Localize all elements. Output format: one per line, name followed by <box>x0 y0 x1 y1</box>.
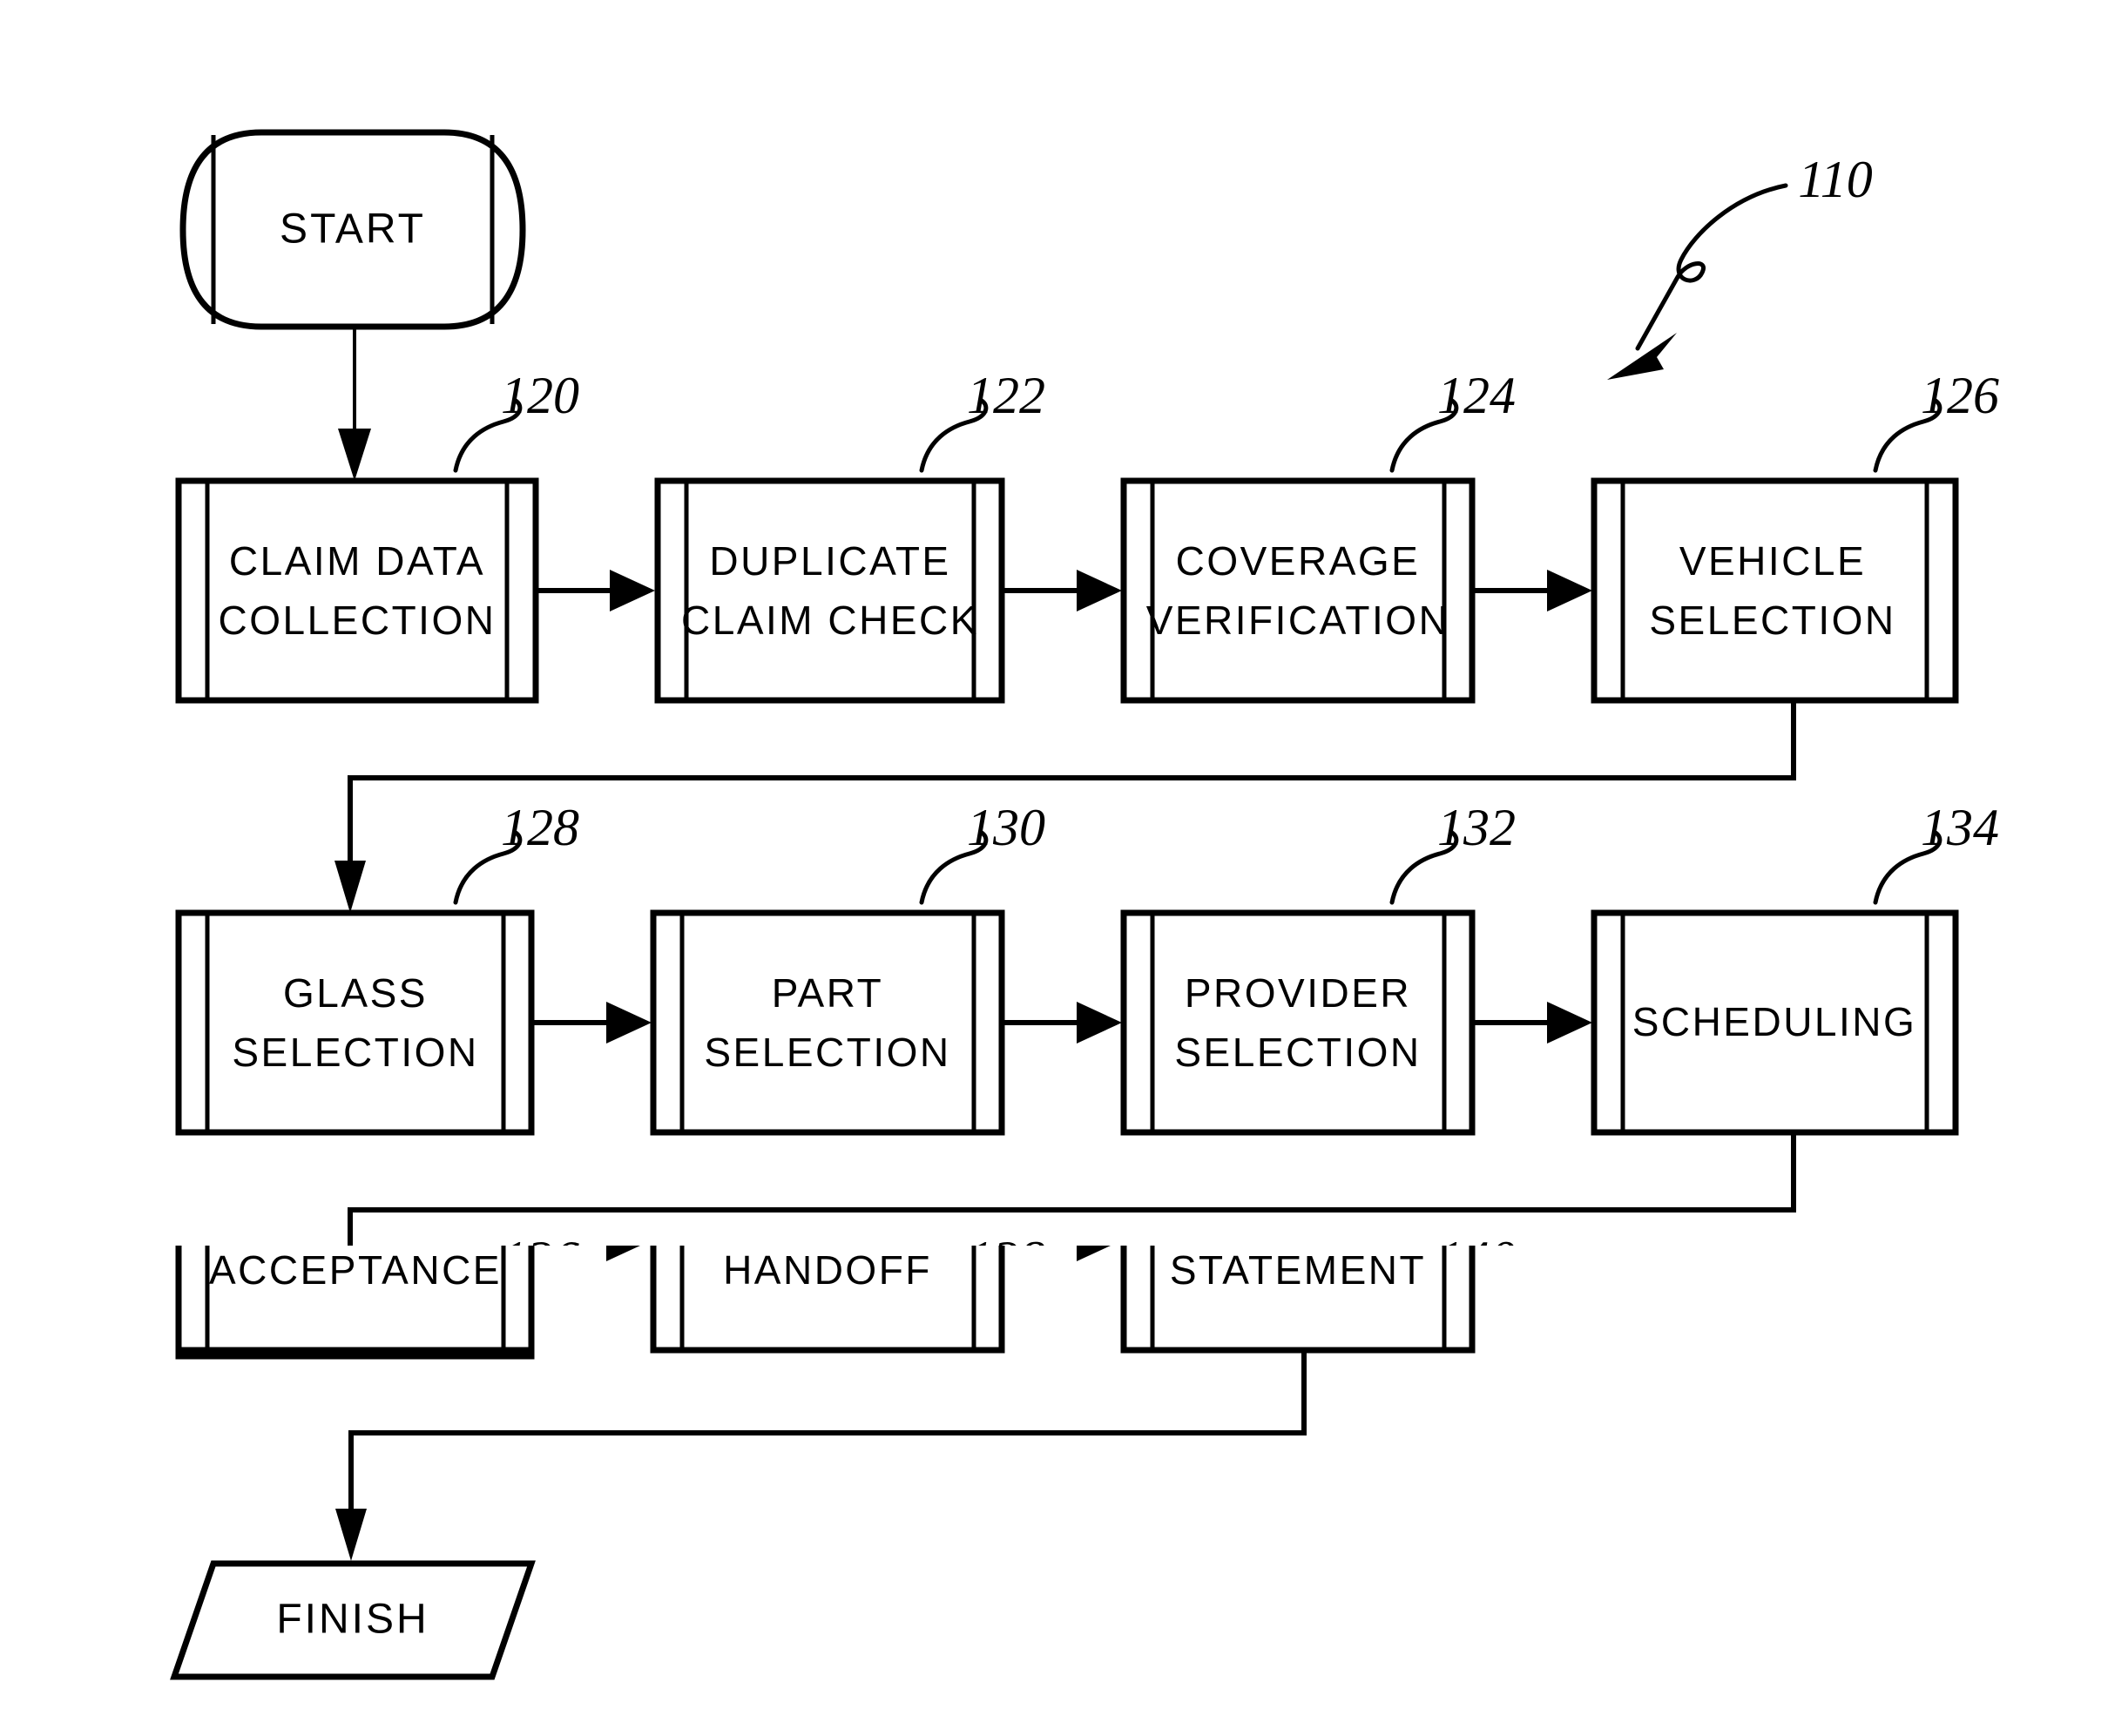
ref-132-label: 132 <box>1437 799 1516 856</box>
node-134-label-line1: SCHEDULING <box>1632 999 1917 1044</box>
row3-final: OFFER AND ACCEPTANCE 136 PROVIDER HANDOF… <box>175 1246 1476 1354</box>
ref-126-label: 126 <box>1921 367 1999 424</box>
node-132-box <box>1120 909 1476 1136</box>
node-130: PART SELECTION <box>650 909 1005 1136</box>
node-124: COVERAGE VERIFICATION <box>1120 477 1476 704</box>
edge-130-to-132-arrowhead <box>1077 1002 1122 1044</box>
edge-124-to-126 <box>1475 570 1592 611</box>
node-126-label-line1: VEHICLE <box>1679 538 1866 584</box>
node-126: VEHICLE SELECTION <box>1591 477 1959 704</box>
node-124-box <box>1120 477 1476 704</box>
node-126-label-line2: SELECTION <box>1649 598 1895 643</box>
ref-120-callout: 120 <box>453 367 579 473</box>
node-finish-final: FINISH <box>170 1560 536 1680</box>
edge-126-to-128-arrowhead <box>334 861 366 913</box>
node-132-label-line2: SELECTION <box>1174 1030 1421 1075</box>
ref-130-label: 130 <box>967 799 1045 856</box>
edge-start-to-120 <box>338 329 371 481</box>
node-126-box <box>1591 477 1959 704</box>
ref-122-label: 122 <box>967 367 1045 424</box>
figure-canvas: START 110 CLAIM DATA COLLECTION 120 DUPL… <box>0 0 2108 1736</box>
ref-120-label: 120 <box>501 367 579 424</box>
ref-128-callout: 128 <box>453 799 579 905</box>
node-124-label-line2: VERIFICATION <box>1146 598 1450 643</box>
flowchart-lower-section: OFFER AND ACCEPTANCE 136 PROVIDER HANDOF… <box>0 1246 2108 1736</box>
ref-134-label: 134 <box>1921 799 1999 856</box>
node-128-box <box>175 909 535 1136</box>
figure-ref-110-lead-line <box>1635 183 1788 351</box>
edge-128-to-130-arrowhead <box>606 1002 652 1044</box>
edge-120-to-122 <box>538 570 655 611</box>
ref-128-label: 128 <box>501 799 579 856</box>
edge-122-to-124-arrowhead <box>1077 570 1122 611</box>
node-130-label-line1: PART <box>772 970 883 1016</box>
ref-124-callout: 124 <box>1389 367 1516 473</box>
node-120: CLAIM DATA COLLECTION <box>175 477 539 704</box>
node-140-l2: STATEMENT <box>1170 1247 1426 1293</box>
edge-122-to-124 <box>1004 570 1122 611</box>
edge-120-to-122-arrowhead <box>610 570 655 611</box>
node-128: GLASS SELECTION <box>175 909 535 1136</box>
node-130-box <box>650 909 1005 1136</box>
ref-122-callout: 122 <box>919 367 1045 473</box>
node-130-label-line2: SELECTION <box>704 1030 950 1075</box>
node-122-box <box>654 477 1005 704</box>
start-label: START <box>280 206 426 253</box>
ref-132-callout: 132 <box>1389 799 1516 905</box>
figure-ref-110-callout: 110 <box>1607 151 1873 380</box>
node-120-label-line1: CLAIM DATA <box>229 538 485 584</box>
node-132-label-line1: PROVIDER <box>1185 970 1411 1016</box>
node-136-l2: ACCEPTANCE <box>209 1247 502 1293</box>
node-128-label-line2: SELECTION <box>232 1030 478 1075</box>
finish-label-final: FINISH <box>276 1597 429 1643</box>
ref-134-callout: 134 <box>1873 799 1999 905</box>
node-122-label-line2: CLAIM CHECK <box>681 598 979 643</box>
edge-130-to-132 <box>1004 1002 1122 1044</box>
node-start: START <box>179 129 526 330</box>
node-134: SCHEDULING <box>1591 909 1959 1136</box>
node-138-l2: HANDOFF <box>723 1247 932 1293</box>
edge-132-to-134-arrowhead <box>1547 1002 1592 1044</box>
node-122-label-line1: DUPLICATE <box>709 538 950 584</box>
node-120-label-line2: COLLECTION <box>219 598 497 643</box>
node-120-box <box>175 477 539 704</box>
node-128-label-line1: GLASS <box>283 970 428 1016</box>
ref-126-callout: 126 <box>1873 367 1999 473</box>
edge-132-to-134 <box>1475 1002 1592 1044</box>
edge-start-to-120-arrowhead <box>338 429 371 481</box>
figure-ref-110-label: 110 <box>1798 151 1873 208</box>
node-132: PROVIDER SELECTION <box>1120 909 1476 1136</box>
edge-124-to-126-arrowhead <box>1547 570 1592 611</box>
node-122: DUPLICATE CLAIM CHECK <box>654 477 1005 704</box>
edge-128-to-130 <box>534 1002 652 1044</box>
ref-130-callout: 130 <box>919 799 1045 905</box>
node-124-label-line1: COVERAGE <box>1176 538 1421 584</box>
ref-124-label: 124 <box>1437 367 1516 424</box>
